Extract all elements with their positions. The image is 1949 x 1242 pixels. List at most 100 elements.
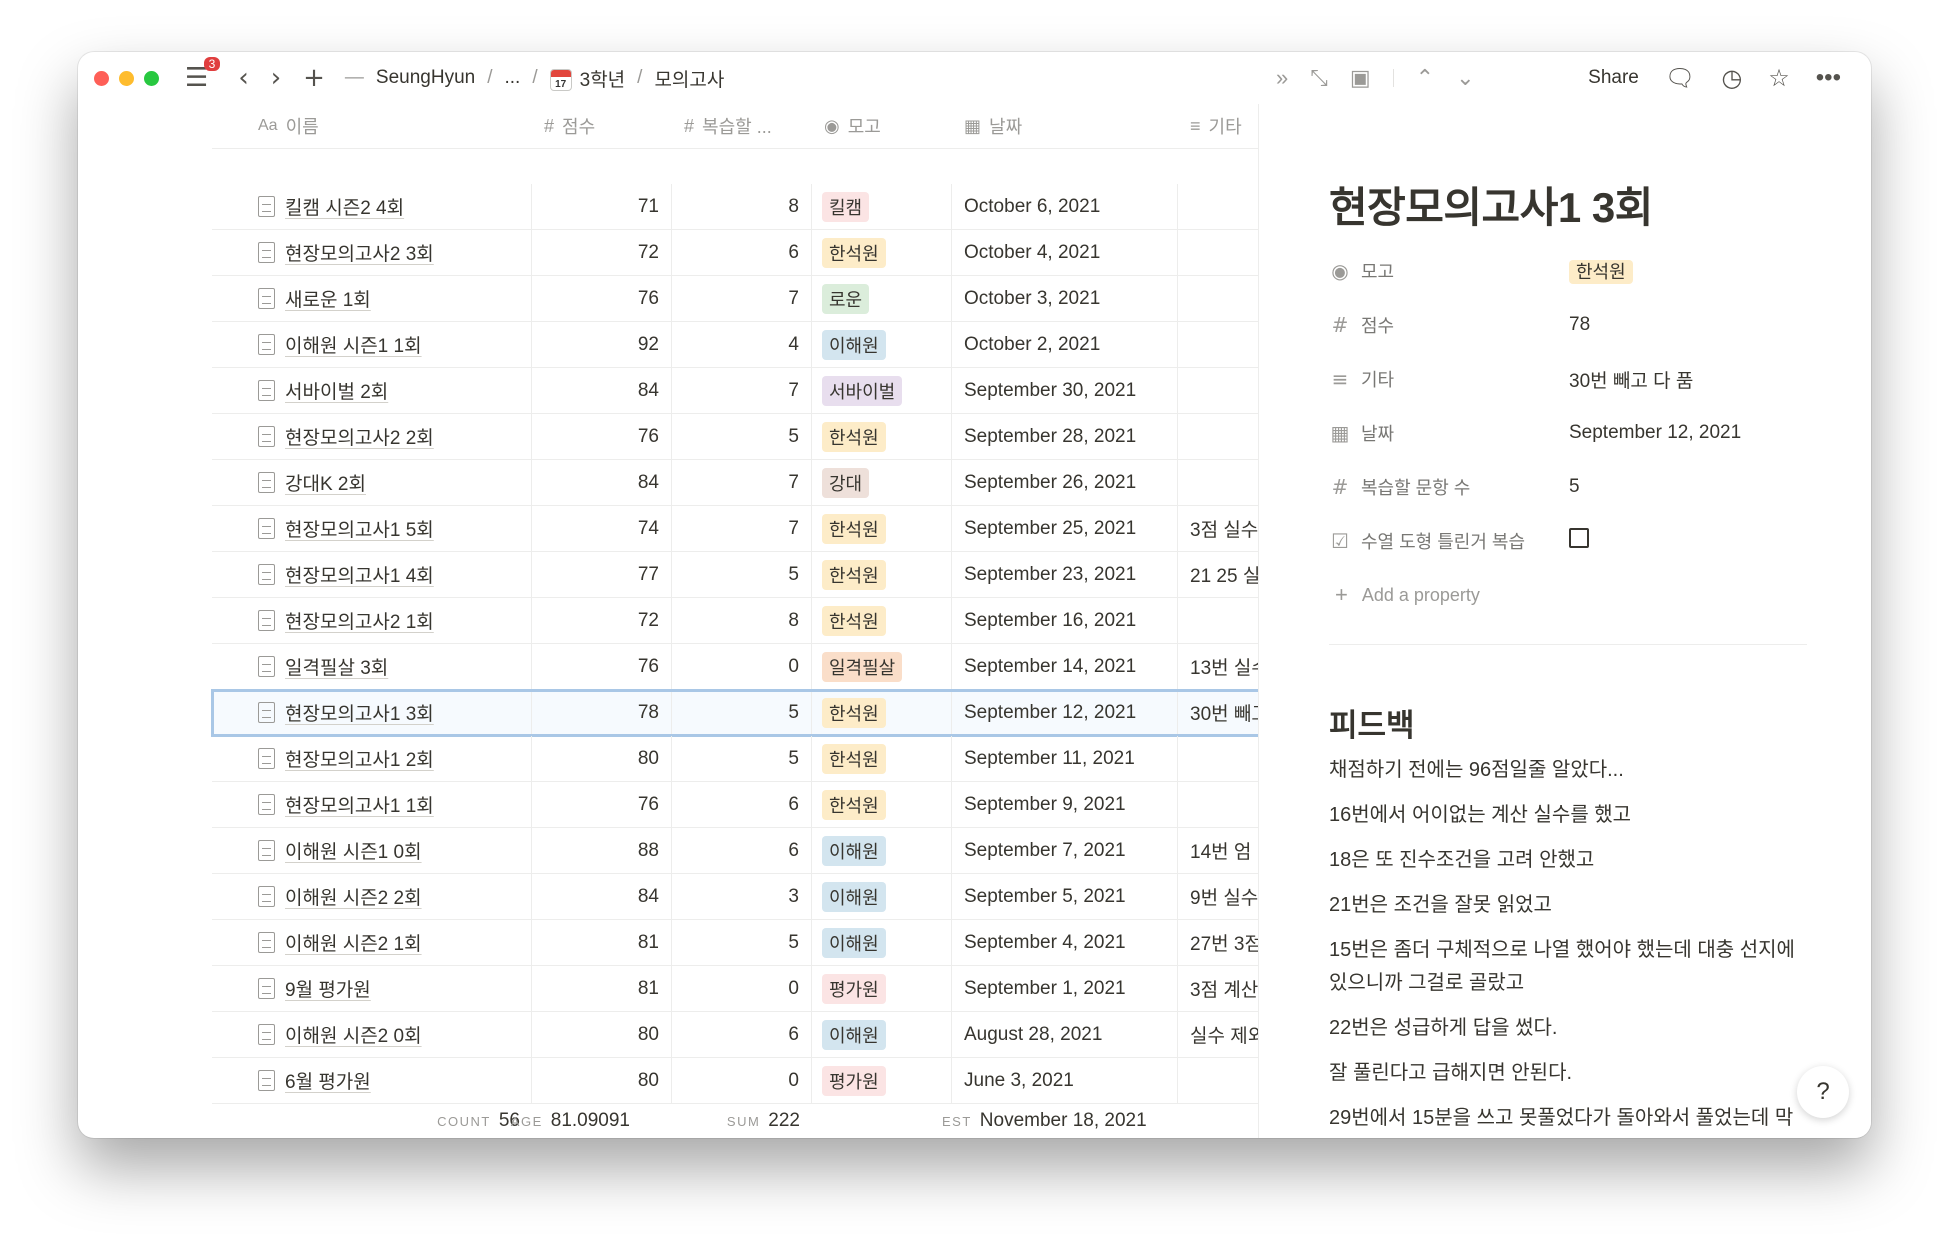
cell-review-count[interactable]: 3 — [672, 874, 812, 919]
cell-date[interactable]: September 5, 2021 — [952, 874, 1178, 919]
footer-sum[interactable]: SUM 222 — [642, 1110, 812, 1132]
cell-review-count[interactable]: 8 — [672, 598, 812, 643]
table-row[interactable]: 킬캠 시즌2 4회 71 8 킬캠 October 6, 2021 — [212, 184, 1258, 230]
cell-name[interactable]: 현장모의고사1 1회 — [212, 782, 532, 827]
cell-etc[interactable]: 13번 실수 — [1178, 644, 1258, 689]
cell-etc[interactable]: 3점 실수 — [1178, 506, 1258, 551]
sidebar-menu-icon[interactable]: ☰ 3 — [185, 57, 221, 91]
column-header-review[interactable]: # 복습할 ... — [672, 104, 812, 149]
property-value-cell[interactable]: 78 — [1569, 314, 1590, 336]
row-title[interactable]: 현장모의고사1 4회 — [285, 561, 434, 588]
cell-etc[interactable] — [1178, 322, 1258, 367]
row-title[interactable]: 현장모의고사1 1회 — [285, 791, 434, 818]
cell-date[interactable]: October 3, 2021 — [952, 276, 1178, 321]
cell-name[interactable]: 6월 평가원 — [212, 1058, 532, 1103]
cell-date[interactable]: September 26, 2021 — [952, 460, 1178, 505]
property-value-cell[interactable]: September 12, 2021 — [1569, 422, 1741, 444]
cell-score[interactable]: 76 — [532, 414, 672, 459]
cell-etc[interactable]: 3점 계산 — [1178, 966, 1258, 1011]
cell-mogo[interactable]: 한석원 — [812, 736, 952, 781]
column-header-name[interactable]: Aa 이름 — [212, 104, 532, 149]
cell-score[interactable]: 76 — [532, 644, 672, 689]
cell-mogo[interactable]: 한석원 — [812, 552, 952, 597]
feedback-paragraph[interactable]: 29번에서 15분을 쓰고 못풀었다가 돌아와서 풀었는데 막히면 바로 넘어가… — [1329, 1102, 1809, 1138]
cell-date[interactable]: October 2, 2021 — [952, 322, 1178, 367]
cell-date[interactable]: September 12, 2021 — [952, 690, 1178, 735]
row-title[interactable]: 현장모의고사2 3회 — [285, 239, 434, 266]
cell-etc[interactable] — [1178, 368, 1258, 413]
cell-score[interactable]: 92 — [532, 322, 672, 367]
cell-review-count[interactable]: 6 — [672, 230, 812, 275]
cell-name[interactable]: 이해원 시즌2 2회 — [212, 874, 532, 919]
breadcrumb-item-workspace[interactable]: SeungHyun — [376, 67, 475, 89]
row-title[interactable]: 이해원 시즌2 2회 — [285, 883, 422, 910]
select-tag[interactable]: 한석원 — [1569, 260, 1633, 284]
cell-mogo[interactable]: 한석원 — [812, 782, 952, 827]
property-value-cell[interactable]: 30번 빼고 다 품 — [1569, 366, 1693, 393]
cell-etc[interactable] — [1178, 736, 1258, 781]
table-row[interactable]: 이해원 시즌2 1회 81 5 이해원 September 4, 2021 27번 3점 — [212, 920, 1258, 966]
table-row[interactable]: 9월 평가원 81 0 평가원 September 1, 2021 3점 계산 — [212, 966, 1258, 1012]
cell-etc[interactable] — [1178, 414, 1258, 459]
feedback-paragraph[interactable]: 채점하기 전에는 96점일줄 알았다... — [1329, 754, 1809, 787]
favorite-star-icon[interactable]: ☆ — [1768, 64, 1790, 93]
cell-mogo[interactable]: 일격필살 — [812, 644, 952, 689]
property-value[interactable]: September 12, 2021 — [1569, 422, 1741, 443]
cell-score[interactable]: 74 — [532, 506, 672, 551]
feedback-body[interactable]: 채점하기 전에는 96점일줄 알았다... 16번에서 어이없는 계산 실수를 했… — [1329, 754, 1809, 1138]
more-options-icon[interactable]: ••• — [1816, 64, 1841, 92]
row-title[interactable]: 강대K 2회 — [285, 469, 366, 496]
cell-mogo[interactable]: 평가원 — [812, 966, 952, 1011]
row-title[interactable]: 일격필살 3회 — [285, 653, 388, 680]
cell-mogo[interactable]: 이해원 — [812, 828, 952, 873]
cell-review-count[interactable]: 0 — [672, 644, 812, 689]
cell-review-count[interactable]: 8 — [672, 184, 812, 229]
cell-mogo[interactable]: 이해원 — [812, 322, 952, 367]
cell-mogo[interactable]: 서바이벌 — [812, 368, 952, 413]
cell-review-count[interactable]: 6 — [672, 1012, 812, 1057]
cell-etc[interactable]: 27번 3점 — [1178, 920, 1258, 965]
new-page-plus-icon[interactable]: + — [303, 65, 325, 91]
column-header-score[interactable]: # 점수 — [532, 104, 672, 149]
property-key[interactable]: # 복습할 문항 수 — [1329, 474, 1569, 500]
cell-name[interactable]: 현장모의고사1 5회 — [212, 506, 532, 551]
table-row[interactable]: 현장모의고사1 3회 785 한석원 September 12, 202130번 빼고 — [211, 689, 1258, 737]
cell-date[interactable]: June 3, 2021 — [952, 1058, 1178, 1103]
table-row[interactable]: 새로운 1회 76 7 로운 October 3, 2021 — [212, 276, 1258, 322]
cell-score[interactable]: 84 — [532, 460, 672, 505]
table-row[interactable]: 이해원 시즌1 0회 88 6 이해원 September 7, 2021 14번 엄 — [212, 828, 1258, 874]
cell-review-count[interactable]: 7 — [672, 506, 812, 551]
cell-etc[interactable] — [1178, 230, 1258, 275]
cell-etc[interactable] — [1178, 276, 1258, 321]
footer-count[interactable]: COUNT 56 — [212, 1110, 532, 1132]
footer-latest-date[interactable]: EST November 18, 2021 — [812, 1110, 1147, 1132]
cell-name[interactable]: 이해원 시즌1 1회 — [212, 322, 532, 367]
feedback-paragraph[interactable]: 15번은 좀더 구체적으로 나열 했어야 했는데 대충 선지에 있으니까 그걸로… — [1329, 934, 1809, 1000]
feedback-paragraph[interactable]: 잘 풀린다고 급해지면 안된다. — [1329, 1057, 1809, 1090]
cell-date[interactable]: September 14, 2021 — [952, 644, 1178, 689]
cell-review-count[interactable]: 7 — [672, 460, 812, 505]
table-row[interactable]: 이해원 시즌2 2회 84 3 이해원 September 5, 2021 9번 실수 — [212, 874, 1258, 920]
cell-score[interactable]: 84 — [532, 368, 672, 413]
cell-name[interactable]: 현장모의고사1 3회 — [212, 690, 532, 735]
cell-date[interactable]: September 1, 2021 — [952, 966, 1178, 1011]
cell-score[interactable]: 80 — [532, 736, 672, 781]
table-row[interactable]: 이해원 시즌2 0회 80 6 이해원 August 28, 2021 실수 제외 — [212, 1012, 1258, 1058]
row-title[interactable]: 6월 평가원 — [285, 1067, 371, 1094]
back-arrow-icon[interactable]: ‹ — [238, 65, 248, 91]
cell-score[interactable]: 76 — [532, 276, 672, 321]
table-row[interactable]: 현장모의고사2 3회 72 6 한석원 October 4, 2021 — [212, 230, 1258, 276]
cell-name[interactable]: 서바이벌 2회 — [212, 368, 532, 413]
minimize-window-button[interactable] — [119, 70, 134, 86]
row-title[interactable]: 현장모의고사1 5회 — [285, 515, 434, 542]
cell-name[interactable]: 새로운 1회 — [212, 276, 532, 321]
cell-review-count[interactable]: 5 — [672, 920, 812, 965]
maximize-window-button[interactable] — [144, 70, 159, 86]
row-title[interactable]: 현장모의고사1 2회 — [285, 745, 434, 772]
cell-score[interactable]: 84 — [532, 874, 672, 919]
cell-name[interactable]: 킬캠 시즌2 4회 — [212, 184, 532, 229]
cell-mogo[interactable]: 킬캠 — [812, 184, 952, 229]
property-key[interactable]: ☑ 수열 도형 틀린거 복습 — [1329, 528, 1569, 554]
cell-name[interactable]: 현장모의고사2 1회 — [212, 598, 532, 643]
cell-etc[interactable] — [1178, 1058, 1258, 1103]
